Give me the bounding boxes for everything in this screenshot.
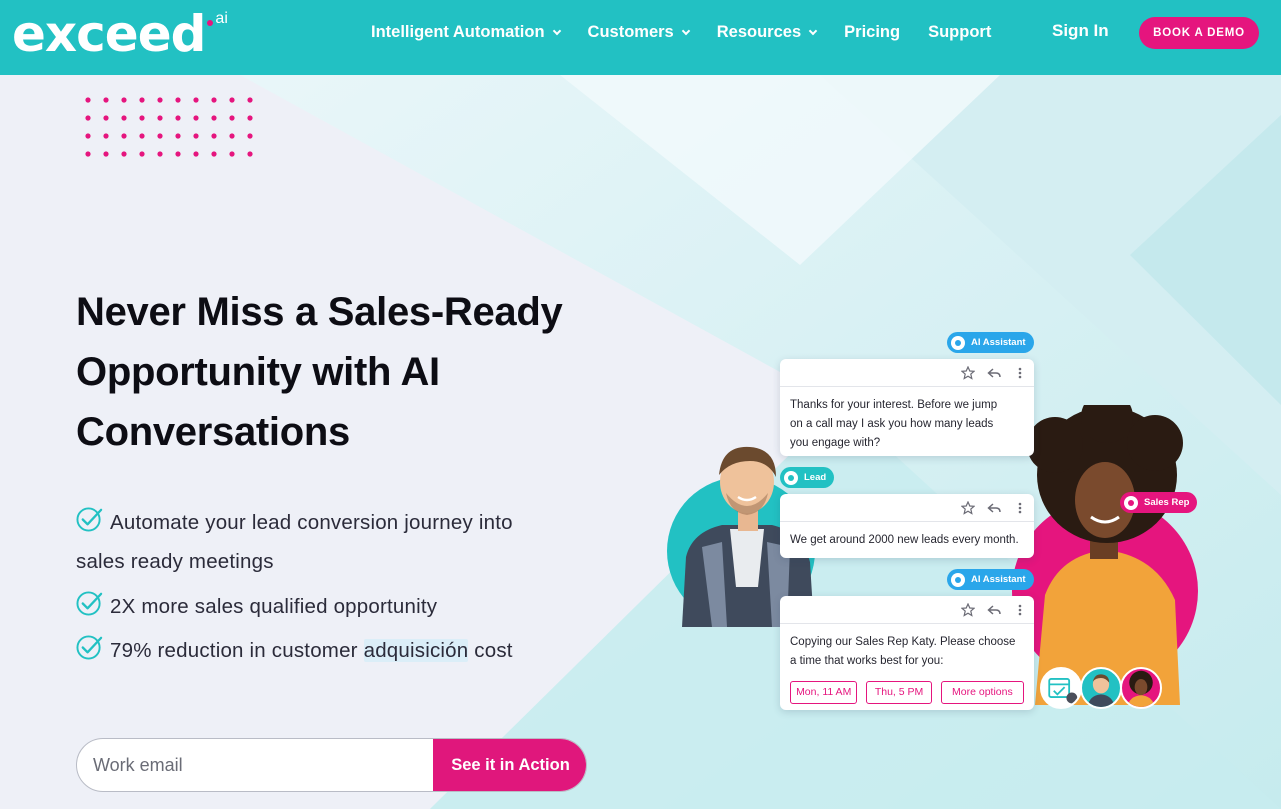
time-slot-button[interactable]: Mon, 11 AM: [790, 681, 858, 704]
message-line: on a call may I ask you how many leads: [790, 418, 994, 430]
more-options-button[interactable]: More options: [940, 681, 1024, 704]
tag-label: Sales Rep: [1144, 497, 1190, 508]
sales-rep-person-photo: [1027, 405, 1183, 705]
message-toolbar: [780, 359, 1034, 387]
chevron-down-icon: [681, 26, 690, 35]
nav-label: Resources: [716, 22, 802, 41]
benefit-text: 79% reduction in customer adquisición co…: [110, 632, 513, 670]
message-text: Thanks for your interest. Before we jump…: [780, 387, 1034, 462]
chevron-down-icon: [808, 26, 818, 35]
ai-assistant-tag: AI Assistant: [947, 332, 1034, 353]
reply-icon[interactable]: [987, 603, 1001, 617]
benefit-text-continued: sales ready meetings: [76, 550, 274, 573]
benefit-text: 2X more sales qualified opportunity: [110, 595, 438, 618]
nav-label: Intelligent Automation: [371, 22, 545, 41]
nav-label: Support: [928, 22, 992, 41]
logo-suffix: ai: [215, 10, 228, 27]
hero-title: Never Miss a Sales-Ready Opportunity wit…: [76, 282, 596, 462]
sales-rep-tag: Sales Rep: [1120, 492, 1198, 513]
highlighted-word: adquisición: [363, 639, 469, 662]
tag-label: Lead: [804, 472, 827, 483]
tag-label: AI Assistant: [971, 574, 1026, 585]
robot-icon: [951, 335, 965, 350]
user-icon: [784, 470, 798, 485]
star-icon[interactable]: [961, 501, 975, 515]
benefit-text-part: 79% reduction in customer: [110, 639, 364, 662]
time-slot-button[interactable]: Thu, 5 PM: [866, 681, 932, 704]
message-toolbar: [780, 596, 1034, 624]
sales-rep-avatar: [1120, 667, 1162, 709]
exceed-ai-logo[interactable]: exceed ai: [12, 6, 228, 62]
message-line: We get around 2000 new leads every month…: [790, 534, 1019, 546]
ai-scheduling-card: Copying our Sales Rep Katy. Please choos…: [780, 596, 1034, 710]
nav-label: Customers: [587, 22, 674, 41]
check-circle-icon: [76, 635, 103, 660]
decorative-dot-grid: [85, 97, 253, 157]
see-it-in-action-button[interactable]: See it in Action: [433, 739, 586, 791]
check-circle-icon: [76, 507, 103, 532]
logo-dot: [207, 20, 214, 26]
time-slot-options: Mon, 11 AM Thu, 5 PM More options: [790, 681, 1024, 704]
ai-message-card: Thanks for your interest. Before we jump…: [780, 359, 1034, 456]
nav-label: Pricing: [844, 22, 901, 41]
reply-icon[interactable]: [987, 501, 1001, 515]
nav-customers[interactable]: Customers: [587, 22, 690, 42]
work-email-input[interactable]: [77, 739, 434, 791]
more-vertical-icon[interactable]: [1013, 603, 1027, 617]
nav-support[interactable]: Support: [928, 23, 991, 42]
check-circle-icon: [76, 591, 103, 616]
lead-message-card: We get around 2000 new leads every month…: [780, 494, 1034, 558]
lead-avatar: [1080, 667, 1122, 709]
ai-conversation-illustration: AI Assistant Thanks for your interest. B…: [660, 325, 1220, 725]
more-vertical-icon[interactable]: [1013, 501, 1027, 515]
message-line: a time that works best for you:: [790, 655, 944, 667]
hero-title-line: Opportunity with AI: [76, 350, 440, 394]
top-navbar: exceed ai Intelligent Automation Custome…: [0, 0, 1281, 75]
message-line: you engage with?: [790, 437, 881, 449]
nav-pricing[interactable]: Pricing: [844, 23, 900, 42]
email-signup-form: See it in Action: [76, 738, 587, 792]
tag-label: AI Assistant: [971, 337, 1026, 348]
chevron-down-icon: [552, 26, 561, 35]
star-icon[interactable]: [961, 603, 975, 617]
benefit-text-part: cost: [468, 639, 513, 662]
user-icon: [1124, 495, 1138, 510]
nav-resources[interactable]: Resources: [716, 22, 818, 42]
calendar-check-icon: [1040, 667, 1082, 709]
message-toolbar: [780, 494, 1034, 522]
reply-icon[interactable]: [987, 366, 1001, 380]
hero-title-line: Never Miss a Sales-Ready: [76, 290, 563, 334]
book-demo-button[interactable]: BOOK A DEMO: [1139, 17, 1259, 49]
message-line: Copying our Sales Rep Katy. Please choos…: [790, 636, 1016, 648]
benefit-text: Automate your lead conversion journey in…: [110, 511, 513, 534]
hero-title-line: Conversations: [76, 410, 350, 454]
robot-icon: [951, 572, 965, 587]
message-text: Copying our Sales Rep Katy. Please choos…: [780, 624, 1034, 713]
lead-tag: Lead: [780, 467, 835, 488]
logo-wordmark: exceed: [12, 5, 206, 63]
ai-assistant-tag: AI Assistant: [947, 569, 1034, 590]
nav-intelligent-automation[interactable]: Intelligent Automation: [371, 22, 561, 42]
main-nav: Intelligent Automation Customers Resourc…: [371, 0, 1019, 64]
message-line: Thanks for your interest. Before we jump: [790, 399, 998, 411]
more-vertical-icon[interactable]: [1013, 366, 1027, 380]
sign-in-link[interactable]: Sign In: [1052, 21, 1109, 41]
star-icon[interactable]: [961, 366, 975, 380]
message-text: We get around 2000 new leads every month…: [780, 522, 1034, 559]
